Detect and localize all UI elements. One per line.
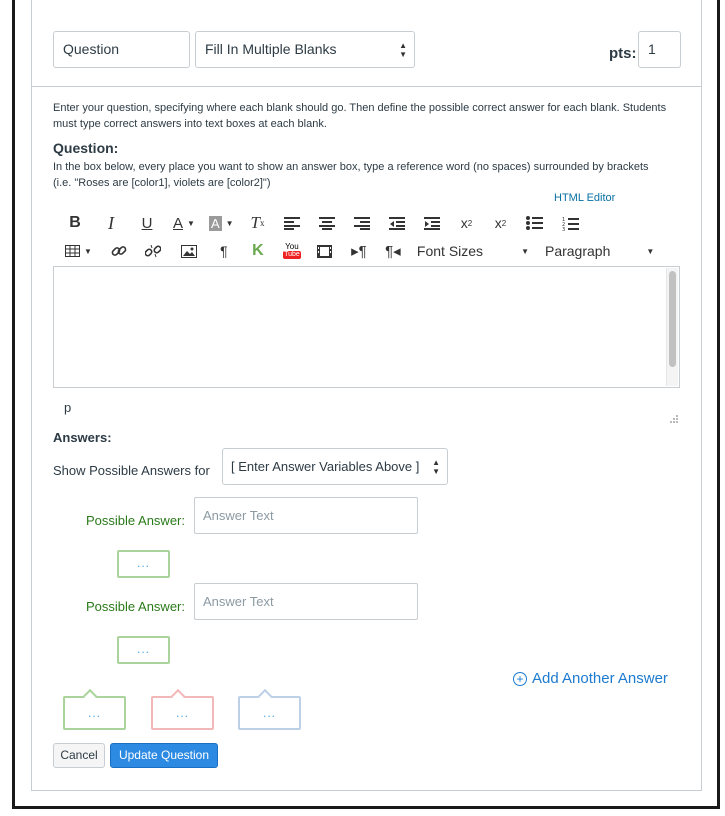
answer-comment-button[interactable]: ... <box>117 636 170 664</box>
youtube-icon[interactable]: You Tube <box>282 239 302 263</box>
editor-toolbar-row-2: ▼ ¶ K You Tube ▸¶ ¶◂ Font Sizes ▼ Paragr… <box>65 239 654 263</box>
chevron-down-icon: ▼ <box>521 246 529 256</box>
align-right-icon[interactable] <box>352 211 372 235</box>
select-arrows-icon: ▲ ▼ <box>432 458 440 476</box>
bubble-tip <box>170 688 186 704</box>
add-another-answer-label: Add Another Answer <box>532 670 668 687</box>
bubble-tip <box>257 688 273 704</box>
question-type-select[interactable]: Fill In Multiple Blanks ▲ ▼ <box>195 31 415 68</box>
align-left-icon[interactable] <box>282 211 302 235</box>
plus-circle-icon: + <box>513 671 527 686</box>
bubble-tip <box>82 688 98 704</box>
rtl-direction-icon[interactable]: ¶◂ <box>384 239 402 263</box>
font-sizes-label: Font Sizes <box>416 243 484 259</box>
incorrect-feedback-bubble[interactable]: ... <box>151 688 214 730</box>
points-input[interactable]: 1 <box>638 31 681 68</box>
answer-text-input[interactable]: Answer Text <box>194 497 418 534</box>
question-heading: Question: <box>53 140 119 156</box>
answer-variable-value: [ Enter Answer Variables Above ] <box>231 459 420 474</box>
answers-heading: Answers: <box>53 430 112 445</box>
question-edit-panel: Question Fill In Multiple Blanks ▲ ▼ pts:… <box>31 0 702 791</box>
italic-icon[interactable]: I <box>101 211 121 235</box>
feedback-ellipsis: ... <box>175 706 189 720</box>
clear-formatting-icon[interactable]: Tx <box>248 211 268 235</box>
font-sizes-dropdown[interactable]: Font Sizes ▼ <box>417 243 529 259</box>
editor-path: p <box>64 400 72 415</box>
html-editor-link[interactable]: HTML Editor <box>554 192 615 204</box>
question-name-input[interactable]: Question <box>53 31 190 68</box>
unlink-icon[interactable] <box>144 239 162 263</box>
chevron-down-icon: ▼ <box>646 246 655 256</box>
link-icon[interactable] <box>110 239 128 263</box>
editor-toolbar-row-1: B I U A ▼ A ▼ Tx x2 x2 123 <box>65 211 581 235</box>
pilcrow-icon[interactable]: ¶ <box>216 239 232 263</box>
question-help-line-2: (i.e. "Roses are [color1], violets are [… <box>53 177 271 189</box>
feedback-ellipsis: ... <box>87 706 101 720</box>
answer-comment-button[interactable]: ... <box>117 550 170 578</box>
update-question-button[interactable]: Update Question <box>110 743 218 768</box>
instructions-text: Enter your question, specifying where ea… <box>53 102 667 130</box>
youtube-label-bottom: Tube <box>283 251 301 259</box>
svg-text:3: 3 <box>562 227 565 231</box>
points-label: pts: <box>609 45 637 62</box>
neutral-feedback-bubble[interactable]: ... <box>238 688 301 730</box>
select-arrows-icon: ▲ ▼ <box>399 41 407 59</box>
background-color-icon[interactable]: A ▼ <box>208 211 234 235</box>
feedback-ellipsis: ... <box>262 706 276 720</box>
question-header: Question Fill In Multiple Blanks ▲ ▼ pts:… <box>32 0 701 87</box>
superscript-icon[interactable]: x2 <box>457 211 477 235</box>
question-type-value: Fill In Multiple Blanks <box>205 41 337 57</box>
cancel-button[interactable]: Cancel <box>53 743 105 768</box>
kaltura-icon[interactable]: K <box>250 239 266 263</box>
underline-icon[interactable]: U <box>137 211 157 235</box>
youtube-label-top: You <box>285 242 299 251</box>
question-help-line-1: In the box below, every place you want t… <box>53 161 649 173</box>
ltr-direction-icon[interactable]: ▸¶ <box>350 239 368 263</box>
media-icon[interactable] <box>316 239 334 263</box>
align-center-icon[interactable] <box>317 211 337 235</box>
answer-text-input[interactable]: Answer Text <box>194 583 418 620</box>
add-another-answer-button[interactable]: + Add Another Answer <box>513 670 668 687</box>
question-help-text: In the box below, every place you want t… <box>53 159 683 191</box>
editor-scrollbar[interactable] <box>666 268 678 386</box>
correct-feedback-bubble[interactable]: ... <box>63 688 126 730</box>
editor-scrollbar-thumb[interactable] <box>669 271 676 367</box>
resize-handle-icon[interactable] <box>667 412 679 424</box>
subscript-icon[interactable]: x2 <box>491 211 511 235</box>
paragraph-label: Paragraph <box>544 243 611 259</box>
indent-icon[interactable] <box>422 211 442 235</box>
numbered-list-icon[interactable]: 123 <box>561 211 581 235</box>
paragraph-dropdown[interactable]: Paragraph ▼ <box>545 243 654 259</box>
rich-text-editor[interactable] <box>53 266 680 388</box>
bullet-list-icon[interactable] <box>525 211 545 235</box>
bold-icon[interactable]: B <box>65 211 85 235</box>
possible-answer-label: Possible Answer: <box>86 599 185 614</box>
image-icon[interactable] <box>180 239 198 263</box>
show-answers-label: Show Possible Answers for <box>53 463 210 478</box>
table-icon[interactable]: ▼ <box>65 239 92 263</box>
outdent-icon[interactable] <box>387 211 407 235</box>
answer-variable-select[interactable]: [ Enter Answer Variables Above ] ▲ ▼ <box>222 448 448 485</box>
text-color-icon[interactable]: A ▼ <box>173 211 195 235</box>
possible-answer-label: Possible Answer: <box>86 513 185 528</box>
